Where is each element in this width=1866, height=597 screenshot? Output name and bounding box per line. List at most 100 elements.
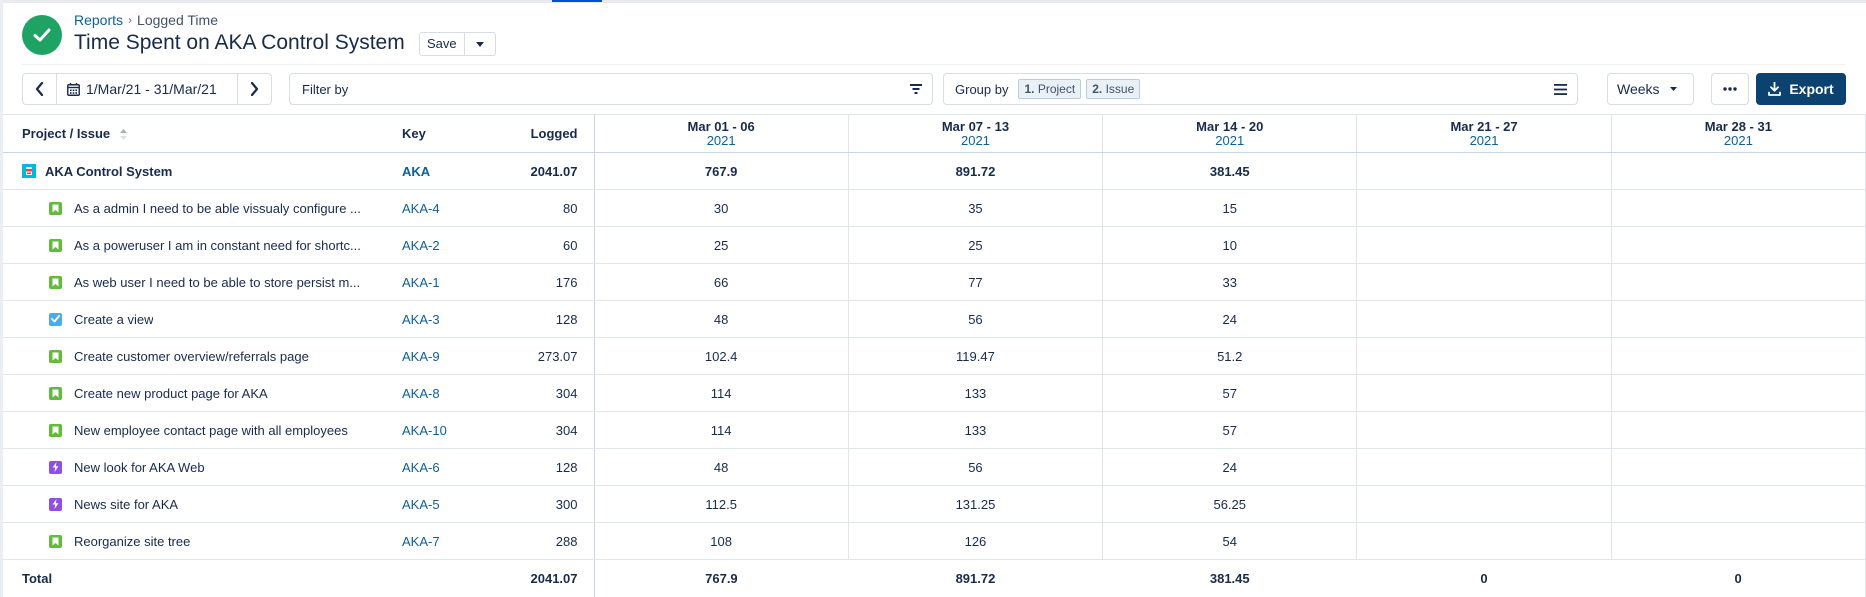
issue-week-value <box>1611 485 1866 523</box>
column-header-project-issue[interactable]: Project / Issue <box>3 114 393 153</box>
issue-row[interactable]: As web user I need to be able to store p… <box>3 263 1866 301</box>
story-icon <box>49 386 62 400</box>
epic-icon <box>49 460 62 474</box>
filter-by-input[interactable]: Filter by <box>289 73 933 105</box>
week-year: 2021 <box>1469 133 1499 148</box>
issue-row[interactable]: News site for AKA AKA-5 300 112.5 131.25 56.2… <box>3 485 1866 523</box>
issue-summary[interactable]: News site for AKA <box>74 497 178 512</box>
issue-row[interactable]: As a admin I need to be able vissualy co… <box>3 189 1866 227</box>
issue-week-value: 119.47 <box>848 337 1104 375</box>
issue-summary[interactable]: Reorganize site tree <box>74 534 190 549</box>
issue-week-value: 30 <box>594 189 849 227</box>
group-by-label: Group by <box>955 81 1009 97</box>
issue-week-value <box>1611 337 1866 375</box>
hamburger-menu-icon <box>1554 83 1567 95</box>
filter-by-placeholder: Filter by <box>302 81 349 97</box>
total-key-empty <box>393 559 488 597</box>
report-header: Reports › Logged Time Time Spent on AKA … <box>22 10 1842 62</box>
issue-row[interactable]: New look for AKA Web AKA-6 128 48 56 24 <box>3 448 1866 486</box>
breadcrumb: Reports › Logged Time <box>74 12 218 28</box>
issue-week-value <box>1611 448 1866 486</box>
group-by-control[interactable]: Group by 1. Project 2. Issue <box>943 73 1578 105</box>
group-chip-project[interactable]: 1. Project <box>1018 79 1082 99</box>
story-icon <box>49 534 62 548</box>
group-chip-issue[interactable]: 2. Issue <box>1086 79 1141 99</box>
breadcrumb-reports-link[interactable]: Reports <box>74 12 123 28</box>
issue-key-link[interactable]: AKA-7 <box>393 522 488 560</box>
issue-summary[interactable]: Create new product page for AKA <box>74 386 268 401</box>
issue-key-link[interactable]: AKA-4 <box>393 189 488 227</box>
total-row: Total 2041.07 767.9 891.72 381.45 0 0 <box>3 559 1866 597</box>
period-select[interactable]: Weeks <box>1607 73 1694 105</box>
column-header-logged[interactable]: Logged <box>488 114 595 153</box>
project-row[interactable]: AKA Control System AKA 2041.07 767.9 891… <box>3 152 1866 190</box>
issue-key-link[interactable]: AKA-10 <box>393 411 488 449</box>
sort-icon[interactable] <box>119 129 127 141</box>
issue-key-link[interactable]: AKA-9 <box>393 337 488 375</box>
more-actions-button[interactable] <box>1711 73 1749 105</box>
group-by-menu-button[interactable] <box>1554 83 1567 95</box>
issue-week-value: 48 <box>594 300 849 338</box>
previous-period-button[interactable] <box>23 74 57 104</box>
issue-key-link[interactable]: AKA-2 <box>393 226 488 264</box>
issue-logged: 304 <box>488 374 595 412</box>
issue-week-value <box>1611 522 1866 560</box>
issue-row[interactable]: New employee contact page with all emplo… <box>3 411 1866 449</box>
issue-week-value: 56 <box>848 448 1104 486</box>
issue-week-value: 24 <box>1102 448 1358 486</box>
total-week-value: 891.72 <box>848 559 1103 597</box>
next-period-button[interactable] <box>237 74 271 104</box>
project-week-value: 381.45 <box>1102 152 1358 190</box>
breadcrumb-current[interactable]: Logged Time <box>137 12 218 28</box>
issue-summary[interactable]: As web user I need to be able to store p… <box>74 275 360 290</box>
week-year: 2021 <box>706 133 736 148</box>
issue-summary[interactable]: Create a view <box>74 312 153 327</box>
column-header-key[interactable]: Key <box>393 114 488 153</box>
issue-key-link[interactable]: AKA-3 <box>393 300 488 338</box>
logged-time-table: Project / Issue Key Logged Mar 01 - 06 20… <box>3 114 1866 597</box>
date-range-picker[interactable]: 1/Mar/21 - 31/Mar/21 <box>57 74 237 104</box>
issue-logged: 80 <box>488 189 595 227</box>
issue-key-link[interactable]: AKA-1 <box>393 263 488 301</box>
save-options-dropdown[interactable] <box>465 33 495 55</box>
issue-key-link[interactable]: AKA-5 <box>393 485 488 523</box>
export-button[interactable]: Export <box>1756 73 1846 105</box>
story-icon <box>49 275 62 289</box>
issue-week-value <box>1611 189 1866 227</box>
project-key[interactable]: AKA <box>393 152 488 190</box>
issue-week-value: 112.5 <box>594 485 849 523</box>
column-header-week: Mar 28 - 31 2021 <box>1611 114 1866 153</box>
issue-week-value: 133 <box>848 374 1104 412</box>
save-button[interactable]: Save <box>420 33 465 55</box>
issue-week-value: 15 <box>1102 189 1358 227</box>
issue-row[interactable]: As a poweruser I am in constant need for… <box>3 226 1866 264</box>
page-title: Time Spent on AKA Control System <box>74 31 405 54</box>
issue-summary[interactable]: As a admin I need to be able vissualy co… <box>74 201 361 216</box>
calendar-icon <box>67 82 80 96</box>
issue-week-value: 56 <box>848 300 1104 338</box>
issue-week-value <box>1356 411 1612 449</box>
issue-summary[interactable]: New look for AKA Web <box>74 460 205 475</box>
issue-week-value: 25 <box>594 226 849 264</box>
issue-week-value: 102.4 <box>594 337 849 375</box>
issue-week-value: 48 <box>594 448 849 486</box>
issue-week-value: 51.2 <box>1102 337 1358 375</box>
issue-week-value: 54 <box>1102 522 1358 560</box>
issue-row[interactable]: Reorganize site tree AKA-7 288 108 126 54 <box>3 522 1866 560</box>
issue-logged: 128 <box>488 300 595 338</box>
issue-summary[interactable]: Create customer overview/referrals page <box>74 349 309 364</box>
issue-key-link[interactable]: AKA-8 <box>393 374 488 412</box>
project-name[interactable]: AKA Control System <box>45 164 172 179</box>
issue-row[interactable]: Create customer overview/referrals page A… <box>3 337 1866 375</box>
issue-summary[interactable]: New employee contact page with all emplo… <box>74 423 348 438</box>
issue-key-link[interactable]: AKA-6 <box>393 448 488 486</box>
issue-row[interactable]: Create new product page for AKA AKA-8 304 1… <box>3 374 1866 412</box>
issue-logged: 288 <box>488 522 595 560</box>
issue-week-value: 56.25 <box>1102 485 1358 523</box>
issue-logged: 304 <box>488 411 595 449</box>
issue-week-value <box>1356 263 1612 301</box>
issue-row[interactable]: Create a view AKA-3 128 48 56 24 <box>3 300 1866 338</box>
issue-summary[interactable]: As a poweruser I am in constant need for… <box>74 238 361 253</box>
issue-week-value: 126 <box>848 522 1104 560</box>
issue-week-value <box>1611 263 1866 301</box>
